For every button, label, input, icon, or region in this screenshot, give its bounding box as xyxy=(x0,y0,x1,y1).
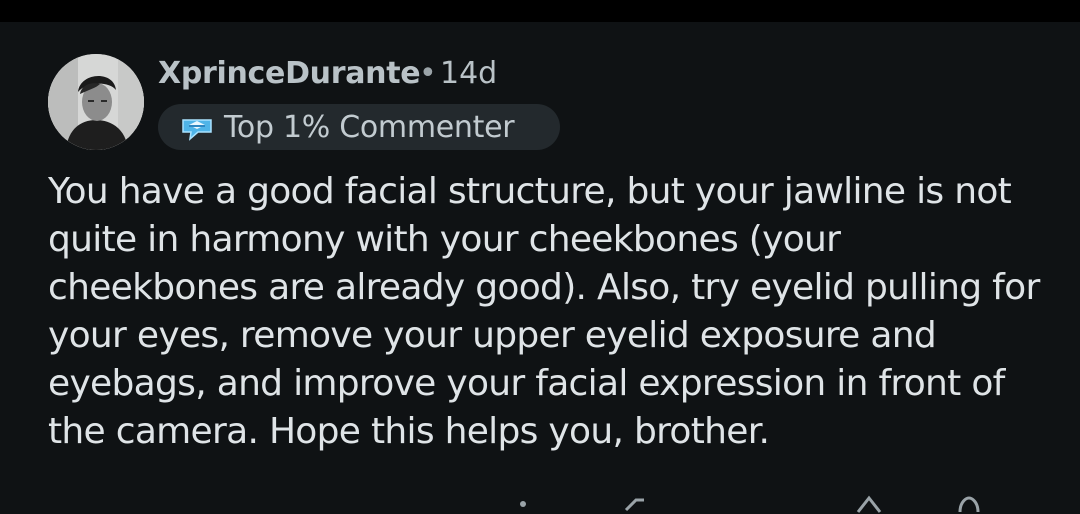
comment-actions xyxy=(0,492,1080,513)
user-avatar-photo xyxy=(48,54,144,150)
meta-separator: • xyxy=(419,56,437,91)
upvote-icon[interactable] xyxy=(854,494,884,514)
share-icon[interactable] xyxy=(620,494,650,514)
top-commenter-badge-icon xyxy=(182,119,212,141)
avatar[interactable] xyxy=(48,54,144,150)
more-options-icon[interactable] xyxy=(508,494,538,514)
comment-body: You have a good facial structure, but yo… xyxy=(48,171,1040,452)
comment-age: 14d xyxy=(440,56,498,91)
flair-label: Top 1% Commenter xyxy=(224,110,515,145)
reply-icon[interactable] xyxy=(954,494,984,514)
author-username[interactable]: XprinceDurante xyxy=(158,56,421,91)
user-flair-badge[interactable]: Top 1% Commenter xyxy=(158,104,560,150)
comment: XprinceDurante • 14d Top 1% Commenter Yo… xyxy=(0,22,1080,513)
status-bar xyxy=(0,0,1080,22)
